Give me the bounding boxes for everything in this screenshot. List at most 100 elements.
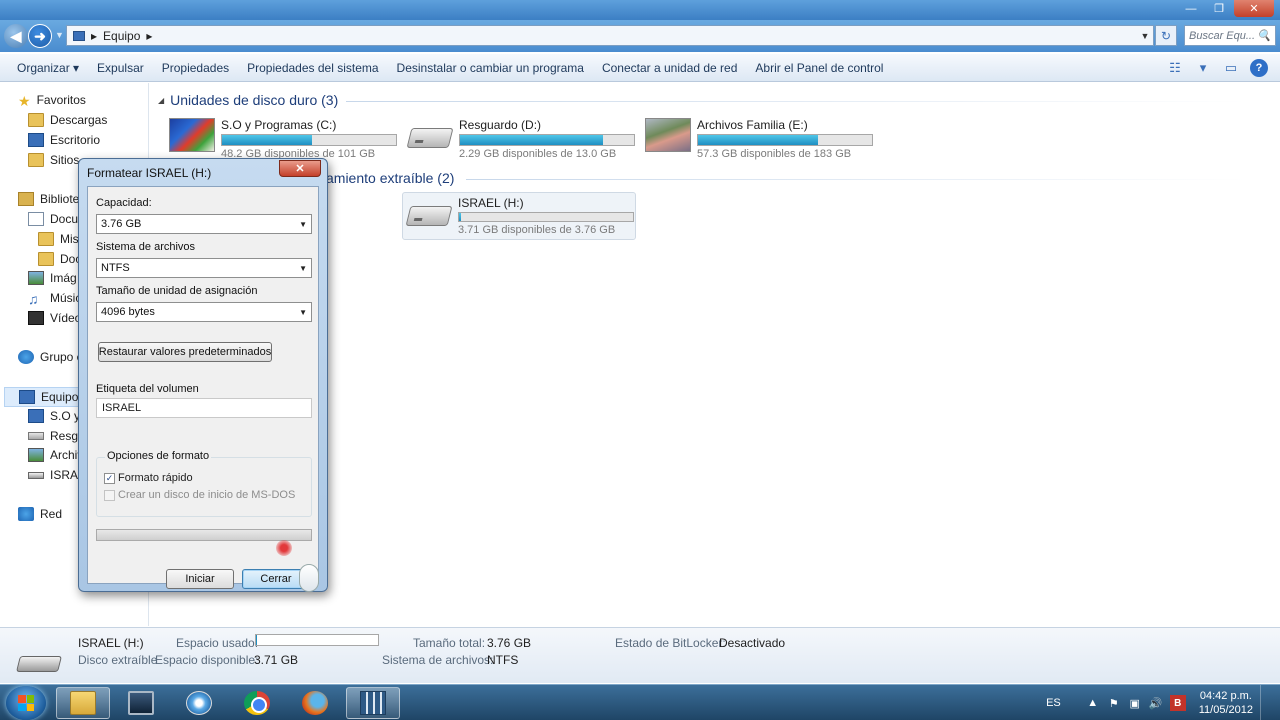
address-input[interactable]: ▸ Equipo ▸: [66, 25, 1154, 46]
show-hidden-icons[interactable]: ▲: [1086, 697, 1100, 709]
uninstall-program-button[interactable]: Desinstalar o cambiar un programa: [388, 61, 593, 75]
filesystem-label: Sistema de archivos: [96, 241, 196, 253]
nav-desktop[interactable]: Escritorio: [28, 133, 100, 147]
nav-drive-d[interactable]: Resgu: [28, 429, 85, 443]
nav-label: Vídeo: [50, 311, 82, 325]
hard-drive-icon: [406, 118, 454, 156]
breadcrumb-arrow[interactable]: ▸: [146, 29, 152, 43]
app-b-icon[interactable]: B: [1169, 695, 1186, 711]
help-icon[interactable]: ?: [1250, 59, 1268, 77]
photo-drive-icon: [28, 448, 44, 462]
filesystem-select[interactable]: NTFS ▼: [96, 258, 312, 278]
forward-button[interactable]: ➜: [28, 24, 52, 48]
clock-time: 04:42 p.m.: [1199, 690, 1252, 702]
drive-e-icon: [645, 118, 691, 156]
change-view-icon[interactable]: ☷: [1166, 59, 1184, 77]
maximize-button[interactable]: ❐: [1206, 0, 1232, 17]
nav-public-documents[interactable]: Doc: [38, 252, 81, 266]
network-icon[interactable]: ▣: [1128, 697, 1142, 710]
organize-menu[interactable]: Organizar ▾: [8, 61, 88, 75]
eject-button[interactable]: Expulsar: [88, 61, 153, 75]
language-indicator[interactable]: ES: [1046, 697, 1061, 709]
detail-usage-bar: [255, 634, 379, 646]
computer-icon: [73, 30, 85, 41]
nav-my-documents[interactable]: Mis: [38, 232, 79, 246]
breadcrumb-equipo[interactable]: Equipo: [103, 29, 140, 43]
open-control-panel-button[interactable]: Abrir el Panel de control: [746, 61, 892, 75]
start-button[interactable]: [6, 686, 46, 720]
taskbar-explorer[interactable]: [56, 687, 110, 719]
command-bar: Organizar ▾ Expulsar Propiedades Propied…: [0, 54, 1280, 82]
group-title: amiento extraíble (2): [326, 170, 455, 186]
taskbar-firefox[interactable]: [288, 687, 342, 719]
dialog-close-button[interactable]: ✕: [279, 160, 321, 177]
address-dropdown-button[interactable]: ▼: [1136, 25, 1154, 46]
map-network-drive-button[interactable]: Conectar a unidad de red: [593, 61, 746, 75]
removable-group-header[interactable]: amiento extraíble (2): [326, 170, 454, 186]
recent-pages-dropdown[interactable]: ▼: [55, 30, 64, 40]
folder-icon: [38, 252, 54, 266]
action-center-icon[interactable]: ⚑: [1107, 697, 1121, 710]
nav-libraries[interactable]: Bibliote: [18, 192, 79, 206]
nav-label: Grupo e: [40, 350, 84, 364]
nav-homegroup[interactable]: Grupo e: [18, 350, 83, 364]
volume-icon[interactable]: 🔊: [1149, 697, 1163, 710]
back-button[interactable]: ◀: [4, 24, 28, 48]
recent-places-icon: [28, 153, 44, 167]
nav-drive-c[interactable]: S.O y: [28, 409, 80, 423]
volume-label-input[interactable]: ISRAEL: [96, 398, 312, 418]
drive-d[interactable]: Resguardo (D:) 2.29 GB disponibles de 13…: [404, 115, 636, 163]
refresh-button[interactable]: ↻: [1155, 25, 1177, 46]
quick-format-checkbox[interactable]: ✓ Formato rápido: [104, 472, 193, 484]
show-desktop-button[interactable]: [1260, 685, 1272, 720]
view-options-dropdown[interactable]: ▾: [1194, 59, 1212, 77]
drive-free-space: 2.29 GB disponibles de 13.0 GB: [459, 148, 617, 160]
nav-documents[interactable]: Docur: [28, 212, 82, 226]
restore-defaults-button[interactable]: Restaurar valores predeterminados: [98, 342, 272, 362]
taskbar-safari[interactable]: [172, 687, 226, 719]
folder-icon: [70, 691, 96, 715]
view-controls: ☷ ▾ ▭ ?: [1166, 59, 1268, 77]
desktop-icon: [28, 133, 44, 147]
collapse-icon[interactable]: ◢: [158, 96, 164, 105]
search-input[interactable]: Buscar Equ... 🔍: [1184, 25, 1276, 46]
nav-videos[interactable]: Vídeo: [28, 311, 81, 325]
nav-favorites[interactable]: ★ Favoritos: [18, 93, 86, 109]
search-icon[interactable]: 🔍: [1257, 29, 1271, 42]
dialog-body: Capacidad: 3.76 GB ▼ Sistema de archivos…: [87, 186, 319, 589]
properties-button[interactable]: Propiedades: [153, 61, 238, 75]
nav-music[interactable]: ♫ Músic: [28, 291, 81, 307]
nav-recent-places[interactable]: Sitios: [28, 153, 79, 167]
nav-label: Mis: [60, 232, 79, 246]
chevron-down-icon: ▼: [299, 308, 307, 317]
minimize-button[interactable]: —: [1178, 0, 1204, 17]
star-icon: ★: [18, 93, 31, 109]
detail-total-value: 3.76 GB: [487, 636, 532, 650]
check-icon[interactable]: ✓: [104, 472, 115, 484]
volume-label-label: Etiqueta del volumen: [96, 383, 199, 395]
taskbar-video-editor[interactable]: [346, 687, 400, 719]
nav-images[interactable]: Imág: [28, 271, 77, 285]
usb-drive-icon: [405, 196, 453, 234]
clock[interactable]: 04:42 p.m. 11/05/2012: [1199, 689, 1253, 717]
nav-drive-e[interactable]: Archiv: [28, 448, 83, 462]
taskbar-chrome[interactable]: [230, 687, 284, 719]
computer-icon: [19, 390, 35, 404]
taskbar-monitor-app[interactable]: [114, 687, 168, 719]
system-properties-button[interactable]: Propiedades del sistema: [238, 61, 387, 75]
nav-label: Red: [40, 507, 63, 521]
close-button[interactable]: ✕: [1234, 0, 1274, 17]
drive-c[interactable]: S.O y Programas (C:) 48.2 GB disponibles…: [166, 115, 398, 163]
drive-e[interactable]: Archivos Familia (E:) 57.3 GB disponible…: [642, 115, 874, 163]
drive-h[interactable]: ISRAEL (H:) 3.71 GB disponibles de 3.76 …: [402, 192, 636, 240]
drive-name: ISRAEL (H:): [458, 196, 524, 210]
search-placeholder: Buscar Equ...: [1189, 29, 1256, 42]
capacity-select[interactable]: 3.76 GB ▼: [96, 214, 312, 234]
allocation-size-select[interactable]: 4096 bytes ▼: [96, 302, 312, 322]
start-button[interactable]: Iniciar: [166, 569, 234, 589]
nav-downloads[interactable]: Descargas: [28, 113, 107, 127]
preview-pane-icon[interactable]: ▭: [1222, 59, 1240, 77]
detail-fs-label: Sistema de archivos:: [382, 653, 494, 667]
hdd-group-header[interactable]: ◢ Unidades de disco duro (3): [158, 92, 338, 108]
nav-network[interactable]: Red: [18, 507, 62, 521]
